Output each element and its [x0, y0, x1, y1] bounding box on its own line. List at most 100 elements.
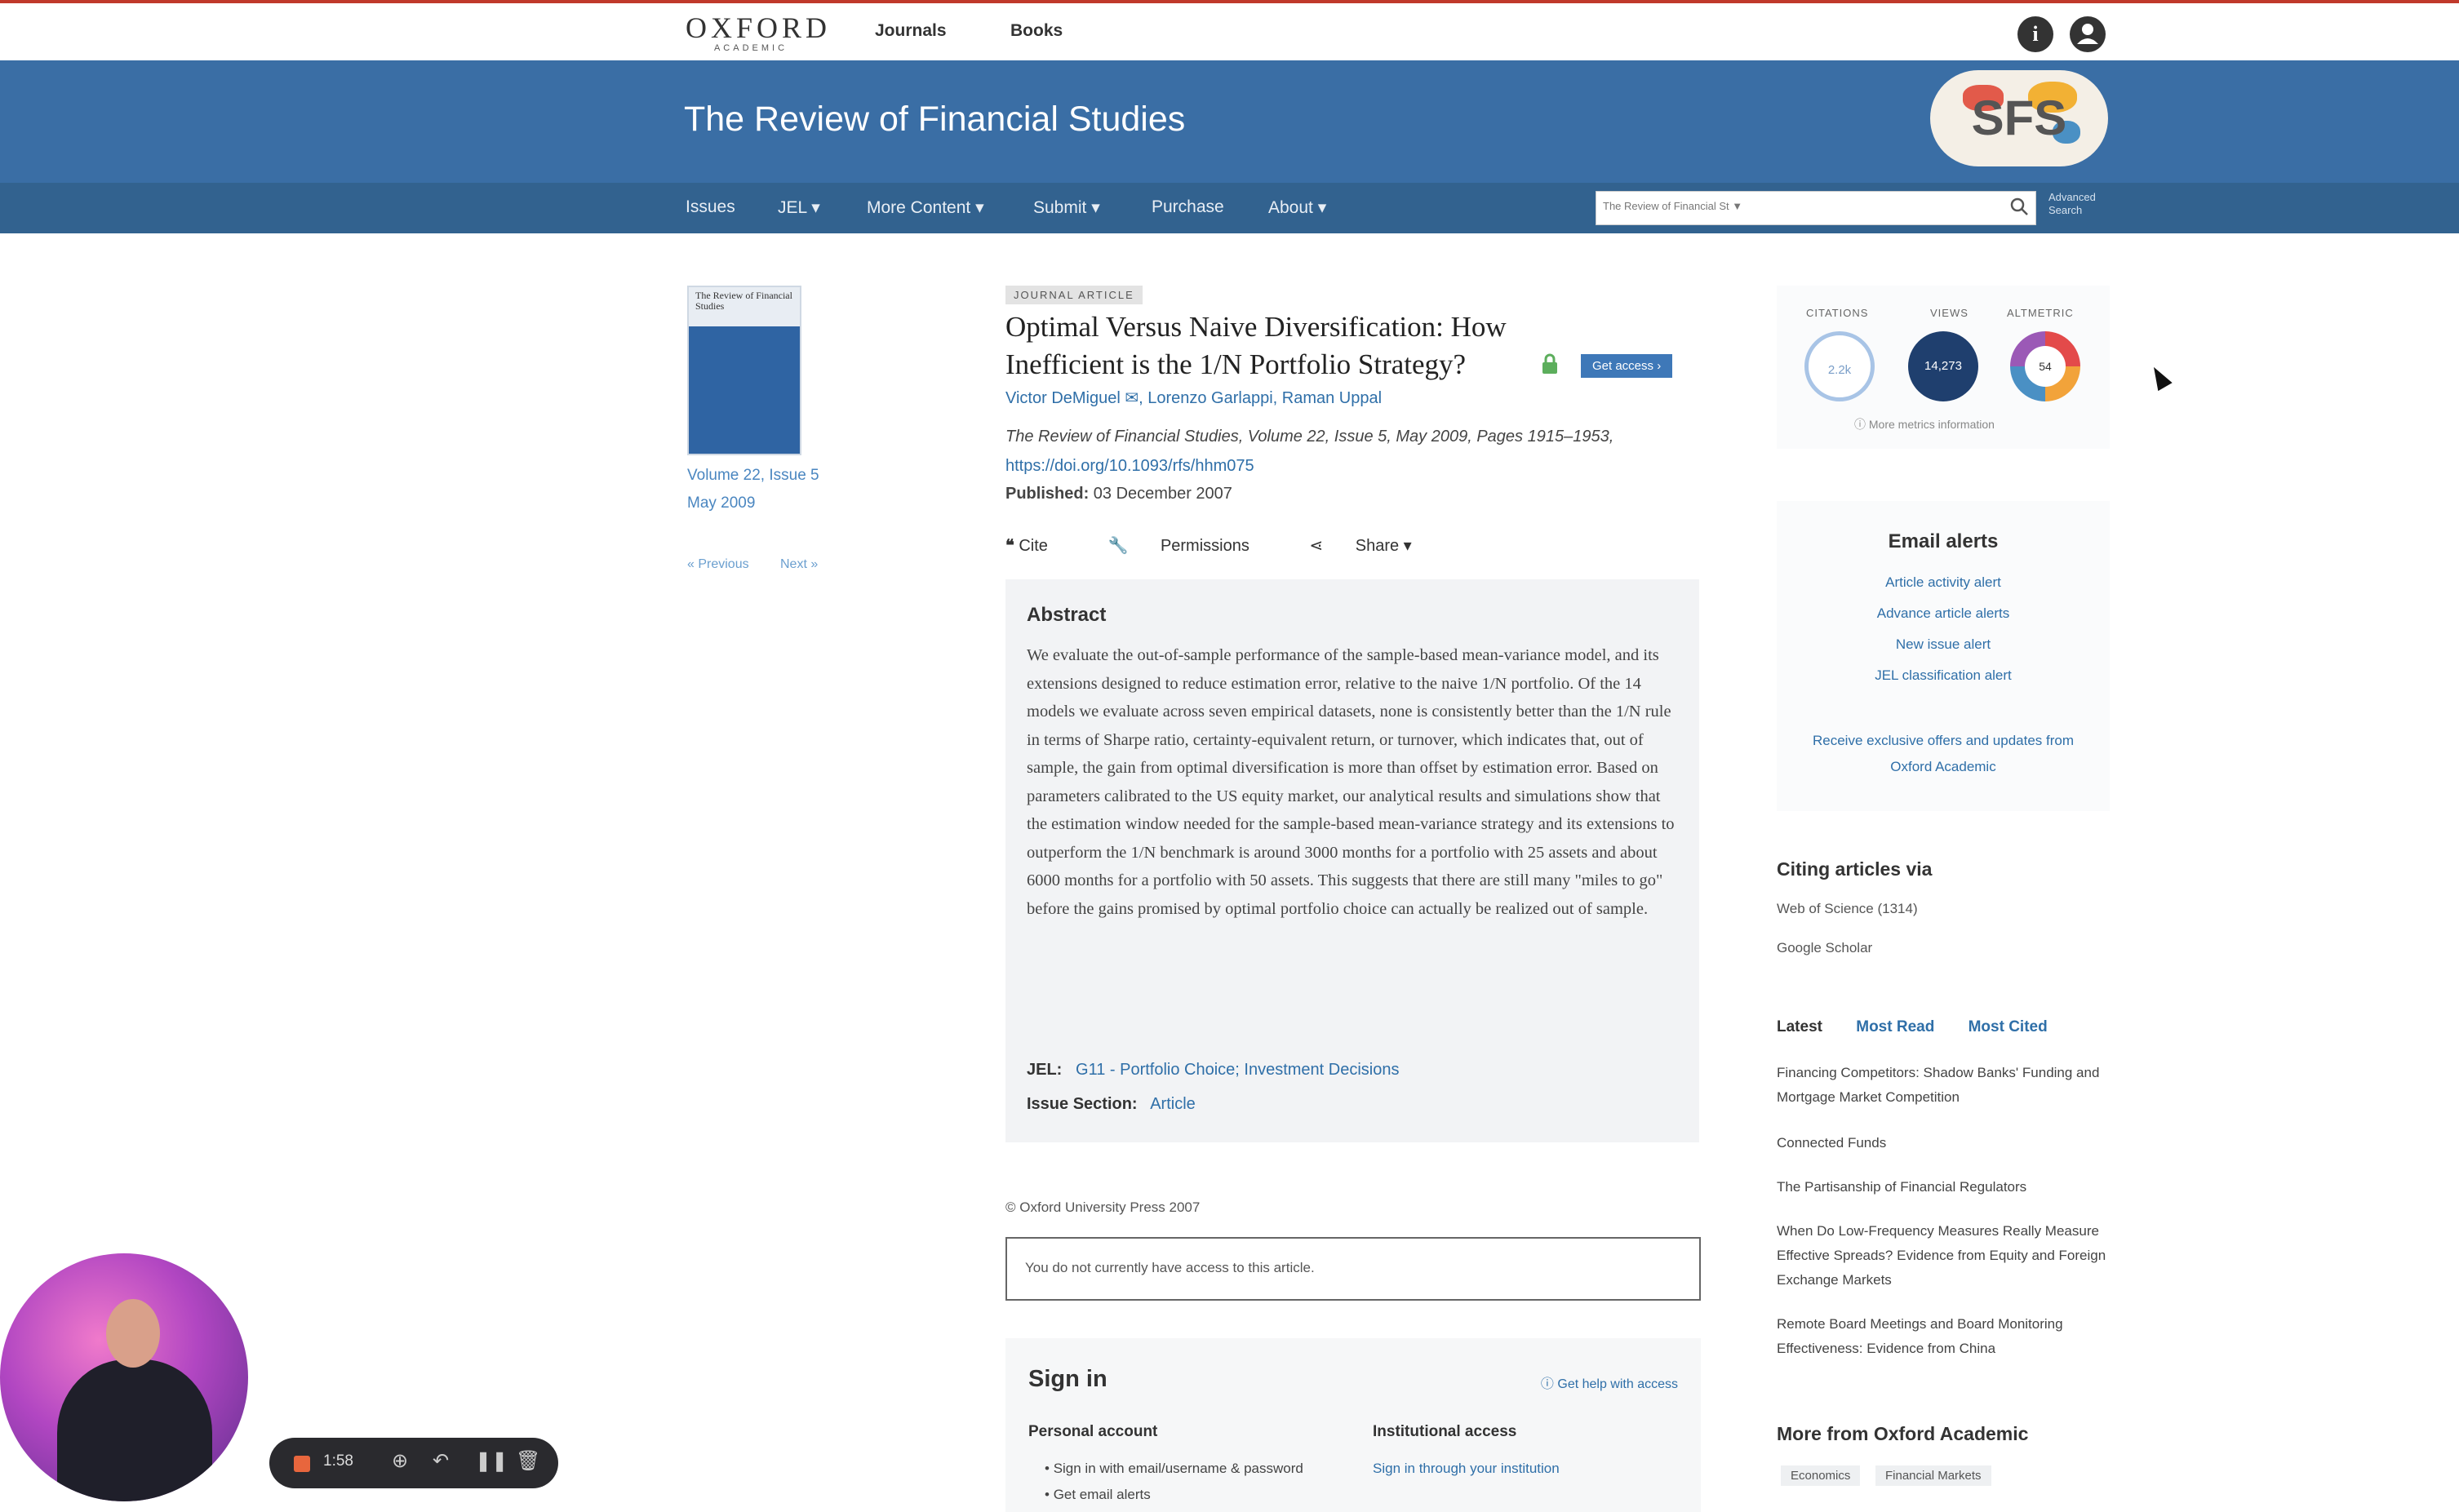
latest-tabs: Latest Most Read Most Cited — [1777, 1018, 2077, 1036]
journal-nav: Issues JEL ▾ More Content ▾ Submit ▾ Pur… — [0, 183, 2459, 233]
trash-icon[interactable]: 🗑 — [516, 1449, 540, 1473]
nav-journals[interactable]: Journals — [875, 21, 947, 41]
nav-books[interactable]: Books — [1010, 21, 1063, 41]
institutional-access-heading: Institutional access — [1373, 1423, 1517, 1440]
info-icon[interactable]: i — [2017, 16, 2053, 52]
published-line: Published: 03 December 2007 — [1005, 485, 1232, 503]
get-access-button[interactable]: Get access › — [1581, 354, 1673, 378]
advanced-search-link[interactable]: Advanced Search — [2048, 191, 2106, 217]
next-link[interactable]: Next » — [780, 557, 818, 572]
issue-section-line: Issue Section: Article — [1027, 1095, 1196, 1114]
citations-badge[interactable]: 2.2k — [1804, 331, 1875, 401]
no-access-notice: You do not currently have access to this… — [1005, 1237, 1701, 1301]
doi-link[interactable]: https://doi.org/10.1093/rfs/hhm075 — [1005, 457, 1254, 476]
issue-section-link[interactable]: Article — [1150, 1095, 1196, 1113]
topic-chip-financial-markets[interactable]: Financial Markets — [1875, 1465, 1991, 1486]
nav-submit[interactable]: Submit ▾ — [1033, 197, 1100, 218]
top-bar: OXFORD ACADEMIC Journals Books i — [0, 0, 2459, 60]
lock-icon — [1541, 353, 1559, 381]
new-issue-alert-link[interactable]: New issue alert — [1777, 636, 2110, 653]
views-badge[interactable]: 14,273 — [1908, 331, 1978, 401]
copyright-text: © Oxford University Press 2007 — [1005, 1199, 1201, 1215]
sign-in-email-label: Sign in with email/username & password — [1053, 1461, 1303, 1476]
nav-about[interactable]: About ▾ — [1268, 197, 1326, 218]
latest-item[interactable]: Financing Competitors: Shadow Banks' Fun… — [1777, 1061, 2111, 1110]
issue-volume-link[interactable]: Volume 22, Issue 5 — [687, 467, 819, 485]
info-icon: ⓘ — [1540, 1377, 1554, 1391]
oxford-academic-logo[interactable]: OXFORD ACADEMIC — [686, 11, 832, 54]
jel-classification-alert-link[interactable]: JEL classification alert — [1777, 667, 2110, 684]
info-icon: ⓘ — [1854, 418, 1866, 431]
views-label: VIEWS — [1930, 307, 1969, 319]
cite-label: Cite — [1019, 537, 1048, 555]
cite-button[interactable]: ❝ Cite — [1005, 537, 1076, 555]
published-date: 03 December 2007 — [1093, 485, 1232, 503]
nav-issues[interactable]: Issues — [686, 197, 735, 217]
latest-item[interactable]: When Do Low-Frequency Measures Really Me… — [1777, 1219, 2111, 1293]
google-scholar-link[interactable]: Google Scholar — [1777, 940, 1872, 956]
permissions-button[interactable]: 🔧 Permissions — [1107, 537, 1276, 555]
sign-in-institution-link[interactable]: Sign in through your institution — [1373, 1461, 1560, 1477]
jel-line: JEL: G11 - Portfolio Choice; Investment … — [1027, 1061, 1399, 1080]
abstract-section: Abstract We evaluate the out-of-sample p… — [1005, 579, 1699, 1142]
more-metrics-label: More metrics information — [1868, 418, 1995, 431]
tab-latest[interactable]: Latest — [1777, 1018, 1822, 1035]
tab-most-cited[interactable]: Most Cited — [1969, 1018, 2048, 1035]
jel-value-link[interactable]: G11 - Portfolio Choice; Investment Decis… — [1076, 1061, 1399, 1079]
get-help-label: Get help with access — [1557, 1377, 1678, 1391]
tab-most-read[interactable]: Most Read — [1856, 1018, 1934, 1035]
sign-in-panel: Sign in ⓘ Get help with access Personal … — [1005, 1338, 1701, 1512]
recording-timer: 1:58 — [323, 1452, 353, 1470]
nav-jel[interactable]: JEL ▾ — [778, 197, 820, 218]
advance-article-alerts-link[interactable]: Advance article alerts — [1777, 605, 2110, 622]
topic-chip-economics[interactable]: Economics — [1781, 1465, 1861, 1486]
journal-header: The Review of Financial Studies SFS — [0, 60, 2459, 183]
article-actions: ❝ Cite 🔧 Permissions ⋖ Share ▾ — [1005, 535, 1467, 556]
pause-icon[interactable]: ❚❚ — [475, 1449, 508, 1473]
altmetric-badge[interactable]: 54 — [2010, 331, 2080, 401]
personal-account-heading: Personal account — [1028, 1423, 1158, 1440]
nav-purchase[interactable]: Purchase — [1152, 197, 1224, 217]
recording-toolbar: 1:58 ⊕ ↶ ❚❚ 🗑 — [269, 1438, 558, 1488]
issue-cover-image[interactable]: The Review of Financial Studies — [687, 286, 801, 455]
journal-title[interactable]: The Review of Financial Studies — [684, 100, 1185, 140]
email-alerts-panel: Email alerts Article activity alert Adva… — [1777, 501, 2110, 811]
article-title-line-1: Optimal Versus Naive Diversification: Ho… — [1005, 311, 1507, 343]
author-list[interactable]: Victor DeMiguel ✉, Lorenzo Garlappi, Ram… — [1005, 388, 1382, 408]
more-metrics-link[interactable]: ⓘ More metrics information — [1854, 416, 1995, 432]
article-type-badge: JOURNAL ARTICLE — [1005, 286, 1143, 304]
latest-item[interactable]: Connected Funds — [1777, 1131, 2111, 1155]
share-label: Share ▾ — [1355, 537, 1412, 555]
search-input[interactable]: The Review of Financial St ▼ — [1596, 191, 2036, 225]
sign-in-heading: Sign in — [1028, 1366, 1107, 1392]
account-icon[interactable] — [2070, 16, 2106, 52]
more-from-oxford-heading: More from Oxford Academic — [1777, 1423, 2029, 1444]
mouse-cursor-icon — [2146, 362, 2173, 392]
web-of-science-link[interactable]: Web of Science (1314) — [1777, 901, 1918, 917]
logo-line-2: ACADEMIC — [713, 43, 788, 53]
sign-in-email-link[interactable]: • Sign in with email/username & password — [1045, 1461, 1303, 1477]
logo-line-1: OXFORD — [686, 11, 832, 44]
quote-icon: ❝ — [1005, 537, 1014, 555]
issue-date-link[interactable]: May 2009 — [687, 494, 755, 512]
published-label: Published: — [1005, 485, 1090, 503]
search-icon[interactable] — [2009, 197, 2029, 222]
stop-recording-button[interactable] — [294, 1456, 310, 1472]
undo-icon[interactable]: ↶ — [433, 1449, 449, 1473]
draw-icon[interactable]: ⊕ — [392, 1449, 408, 1473]
altmetric-score: 54 — [2025, 346, 2066, 387]
receive-offers-link[interactable]: Receive exclusive offers and updates fro… — [1809, 728, 2077, 780]
previous-link[interactable]: « Previous — [687, 557, 749, 572]
citations-label: CITATIONS — [1806, 307, 1869, 319]
share-button[interactable]: ⋖ Share ▾ — [1309, 537, 1439, 555]
get-help-link[interactable]: ⓘ Get help with access — [1541, 1372, 1678, 1392]
article-activity-alert-link[interactable]: Article activity alert — [1777, 574, 2110, 591]
get-email-alerts-link[interactable]: • Get email alerts — [1045, 1487, 1151, 1503]
search-scope-select[interactable]: The Review of Financial St ▼ — [1603, 200, 1742, 212]
nav-more-content[interactable]: More Content ▾ — [867, 197, 984, 218]
abstract-text: We evaluate the out-of-sample performanc… — [1027, 646, 1675, 918]
latest-item[interactable]: Remote Board Meetings and Board Monitori… — [1777, 1312, 2111, 1361]
sfs-logo[interactable]: SFS — [1930, 70, 2108, 166]
get-email-alerts-label: Get email alerts — [1053, 1487, 1151, 1502]
latest-item[interactable]: The Partisanship of Financial Regulators — [1777, 1175, 2111, 1199]
